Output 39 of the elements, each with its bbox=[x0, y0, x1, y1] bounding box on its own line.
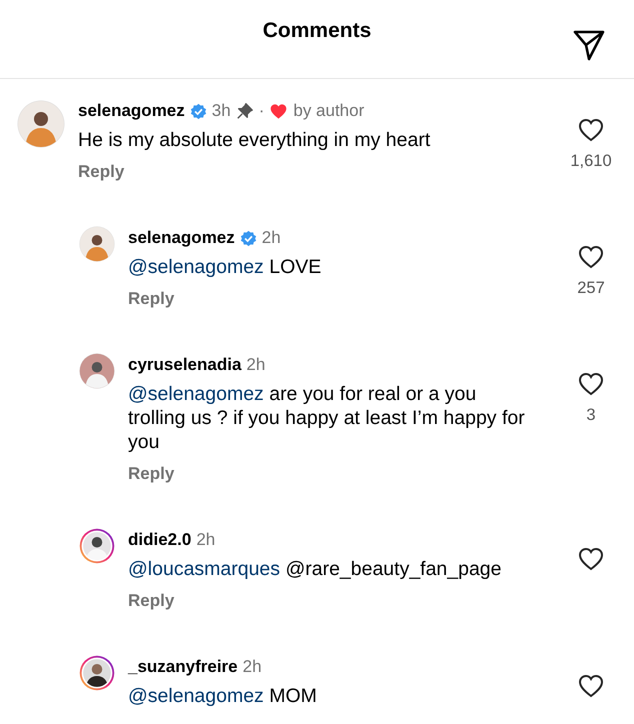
username[interactable]: _suzanyfreire bbox=[128, 657, 238, 677]
username[interactable]: selenagomez bbox=[78, 101, 185, 121]
comment-time: 2h bbox=[196, 530, 216, 550]
comment-text: @selenagomez MOM bbox=[128, 684, 318, 708]
avatar[interactable] bbox=[79, 353, 115, 389]
mention-link[interactable]: @selenagomez bbox=[128, 256, 264, 278]
like-heart-icon[interactable] bbox=[578, 372, 604, 396]
avatar[interactable] bbox=[79, 528, 115, 564]
like-count: 1,610 bbox=[570, 152, 612, 171]
reply-link[interactable]: Reply bbox=[128, 590, 566, 612]
comment-text: @selenagomez LOVE bbox=[128, 255, 322, 279]
page-title: Comments bbox=[262, 19, 372, 43]
comment-time: 2h bbox=[246, 355, 266, 375]
like-heart-icon[interactable] bbox=[578, 245, 604, 269]
username[interactable]: didie2.0 bbox=[128, 530, 192, 550]
mention-link[interactable]: @selenagomez bbox=[128, 383, 264, 405]
reply-link[interactable]: Reply bbox=[128, 288, 566, 310]
username[interactable]: cyruselenadia bbox=[128, 355, 242, 375]
avatar[interactable] bbox=[79, 655, 115, 691]
like-heart-icon[interactable] bbox=[578, 118, 604, 142]
comment-time: 2h bbox=[262, 228, 281, 248]
username[interactable]: selenagomez bbox=[128, 228, 235, 248]
comment-text: He is my absolute everything in my heart bbox=[78, 128, 432, 152]
like-count: 3 bbox=[586, 406, 596, 425]
avatar[interactable] bbox=[79, 226, 115, 262]
reply-link[interactable]: Reply bbox=[128, 463, 566, 485]
comment-time: 3h bbox=[212, 101, 231, 121]
comment-text: @loucasmarques @rare_beauty_fan_page bbox=[128, 557, 502, 581]
like-heart-icon[interactable] bbox=[578, 547, 604, 571]
comment-text: @selenagomez are you for real or a you trolling us ? if you happy at least I’m happy for you bbox=[128, 382, 526, 454]
separator-dot: · bbox=[258, 101, 264, 121]
mention-link[interactable]: @selenagomez bbox=[128, 685, 264, 707]
reply-link[interactable]: Reply bbox=[78, 161, 566, 183]
send-icon[interactable] bbox=[572, 28, 606, 62]
comment-time: 2h bbox=[242, 657, 262, 677]
like-count: 257 bbox=[577, 279, 605, 298]
author-label: by author bbox=[293, 101, 364, 121]
mention-link[interactable]: @loucasmarques bbox=[128, 558, 280, 580]
like-heart-icon[interactable] bbox=[578, 674, 604, 698]
